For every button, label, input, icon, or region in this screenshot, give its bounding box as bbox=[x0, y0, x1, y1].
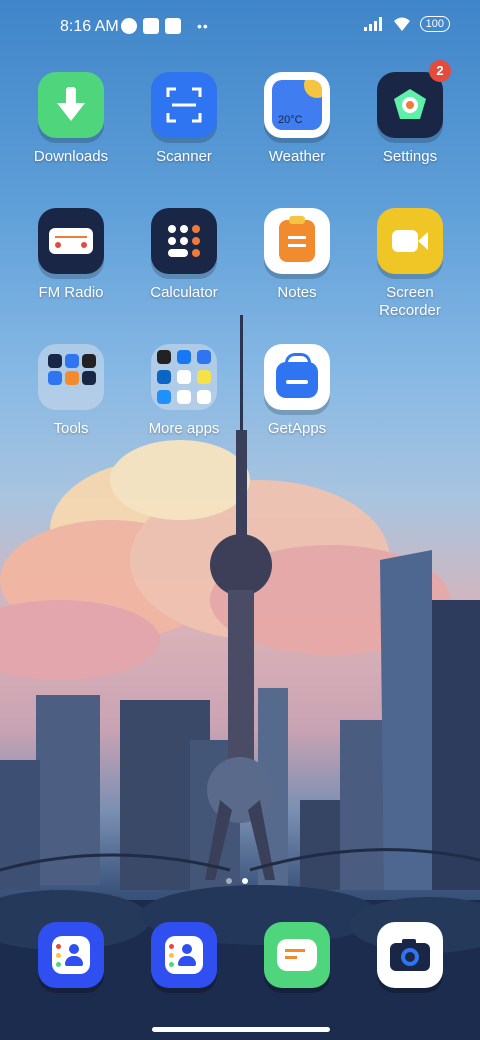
app-label: Downloads bbox=[33, 148, 109, 165]
weather-icon: 20°C bbox=[264, 72, 330, 138]
status-time: 8:16 AM bbox=[60, 18, 119, 35]
folder-tools[interactable]: Tools bbox=[16, 344, 126, 438]
app-weather[interactable]: 20°C Weather bbox=[242, 72, 352, 166]
page-dot-active[interactable] bbox=[242, 878, 248, 884]
upload-icon bbox=[165, 18, 181, 34]
app-notes[interactable]: Notes bbox=[242, 208, 352, 302]
app-label: More apps bbox=[148, 420, 220, 437]
app-label: GetApps bbox=[267, 420, 327, 437]
app-downloads[interactable]: Downloads bbox=[16, 72, 126, 166]
calculator-icon bbox=[151, 208, 217, 274]
app-getapps[interactable]: GetApps bbox=[242, 344, 352, 438]
radio-icon bbox=[38, 208, 104, 274]
video-camera-icon bbox=[377, 208, 443, 274]
app-screen-recorder[interactable]: Screen Recorder bbox=[355, 208, 465, 320]
dock-app-messages[interactable] bbox=[242, 922, 352, 988]
data-saver-icon bbox=[121, 18, 137, 34]
weather-temp: 20°C bbox=[278, 114, 303, 126]
app-settings[interactable]: 2 Settings bbox=[355, 60, 465, 166]
dock-app-camera[interactable] bbox=[355, 922, 465, 988]
notification-square-icon bbox=[143, 18, 159, 34]
message-bubble-icon bbox=[264, 922, 330, 988]
home-indicator-bar[interactable] bbox=[152, 1027, 330, 1032]
shopping-bag-icon bbox=[264, 344, 330, 410]
notification-icons: •• bbox=[121, 18, 209, 34]
notification-badge: 2 bbox=[429, 60, 451, 82]
folder-icon bbox=[38, 344, 104, 410]
downloads-icon bbox=[38, 72, 104, 138]
notes-icon bbox=[264, 208, 330, 274]
app-label: Notes bbox=[277, 284, 317, 301]
dock-app-phone[interactable] bbox=[129, 922, 239, 988]
scanner-icon bbox=[151, 72, 217, 138]
contacts-icon bbox=[38, 922, 104, 988]
dock-app-contacts[interactable] bbox=[16, 922, 126, 988]
contacts-icon bbox=[151, 922, 217, 988]
app-scanner[interactable]: Scanner bbox=[129, 72, 239, 166]
folder-icon bbox=[151, 344, 217, 410]
app-label: Settings bbox=[382, 148, 438, 165]
camera-icon bbox=[377, 922, 443, 988]
page-indicator bbox=[226, 878, 248, 884]
page-dot[interactable] bbox=[226, 878, 232, 884]
app-label: FM Radio bbox=[38, 284, 104, 301]
system-icons: 100 bbox=[363, 16, 450, 32]
signal-icon bbox=[363, 17, 382, 31]
app-label: Tools bbox=[53, 420, 89, 437]
app-calculator[interactable]: Calculator bbox=[129, 208, 239, 302]
battery-indicator: 100 bbox=[419, 16, 450, 32]
folder-more-apps[interactable]: More apps bbox=[129, 344, 239, 438]
app-label: Screen Recorder bbox=[379, 284, 441, 319]
app-label: Scanner bbox=[156, 148, 212, 165]
wifi-icon bbox=[393, 17, 410, 31]
status-bar: 8:16 AM •• 100 bbox=[0, 14, 480, 42]
app-fm-radio[interactable]: FM Radio bbox=[16, 208, 126, 302]
app-label: Calculator bbox=[150, 284, 218, 301]
settings-icon: 2 bbox=[377, 60, 451, 138]
more-notifications-icon: •• bbox=[197, 18, 209, 34]
app-label: Weather bbox=[268, 148, 326, 165]
